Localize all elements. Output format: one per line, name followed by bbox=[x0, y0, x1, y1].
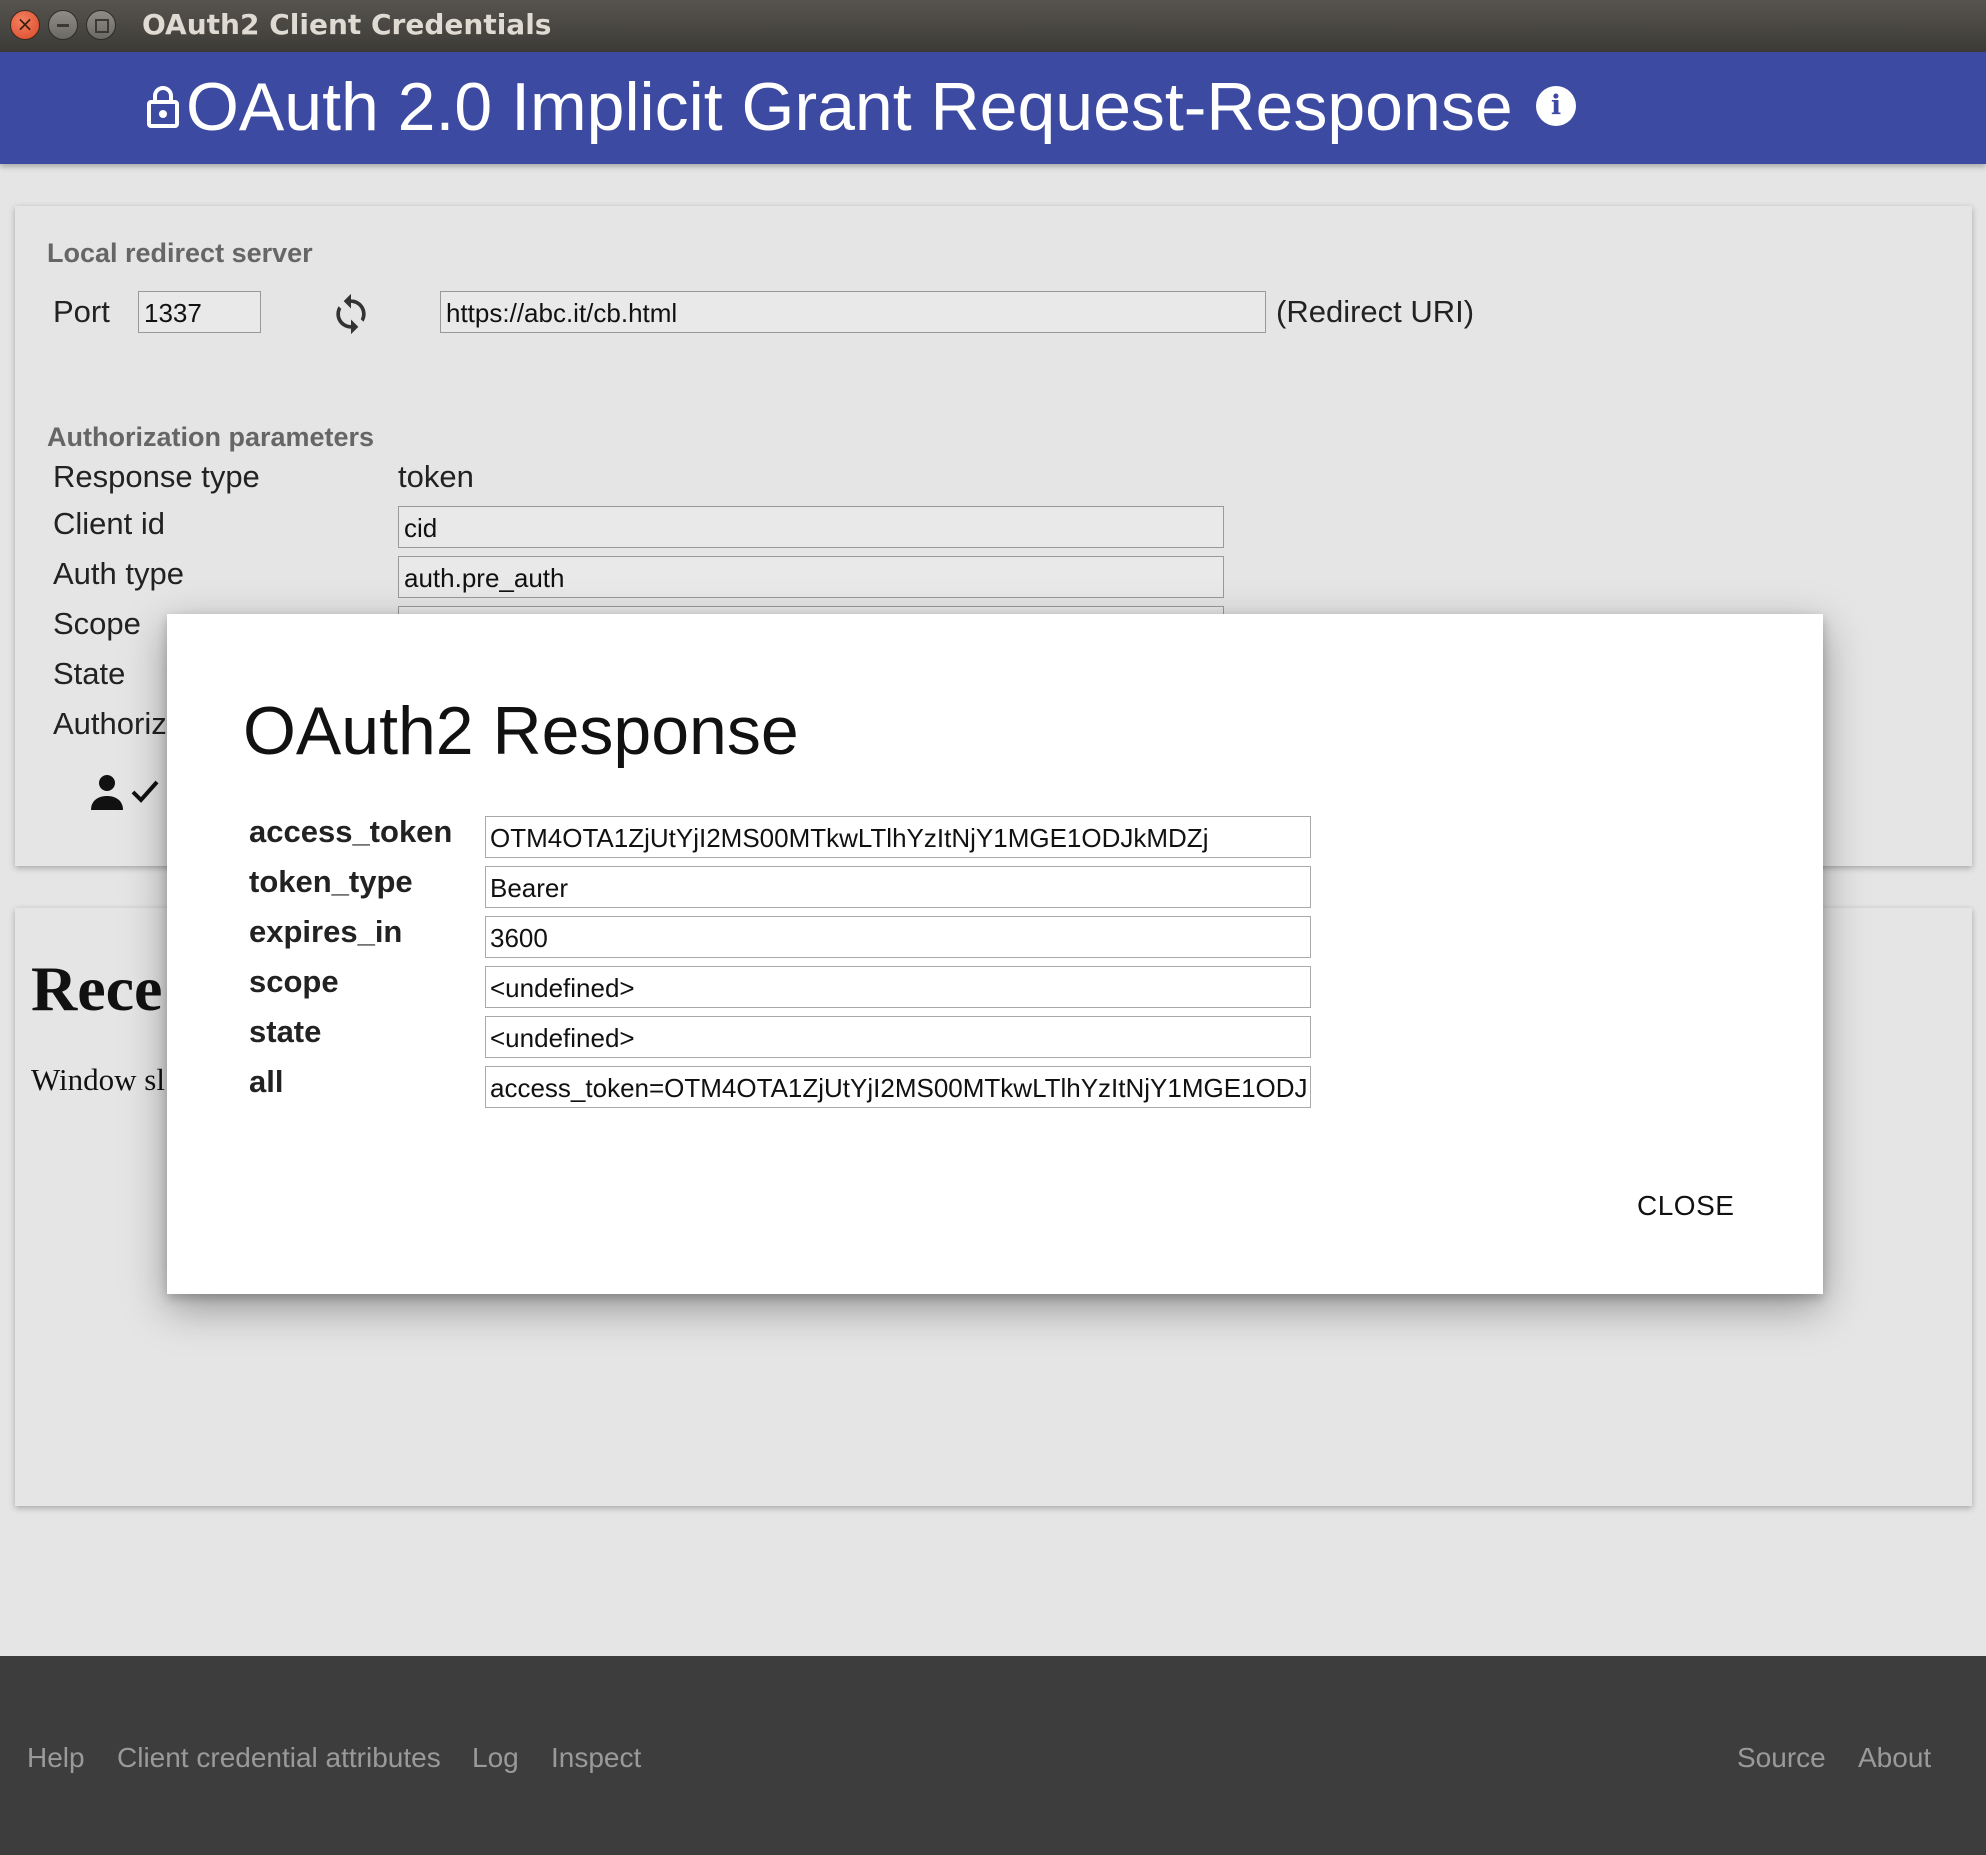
port-input[interactable]: 1337 bbox=[138, 291, 261, 333]
authorize-user-icon[interactable] bbox=[87, 772, 167, 817]
recent-subtitle: Window sl bbox=[31, 1062, 165, 1097]
response-value-expires-in[interactable]: 3600 bbox=[485, 916, 1311, 958]
response-key-expires-in: expires_in bbox=[249, 914, 403, 949]
response-type-value: token bbox=[398, 459, 474, 494]
response-key-all: all bbox=[249, 1064, 284, 1099]
window-minimize-button[interactable] bbox=[48, 10, 78, 40]
scope-label: Scope bbox=[53, 606, 141, 641]
lock-icon bbox=[146, 84, 180, 135]
window-title: OAuth2 Client Credentials bbox=[142, 8, 552, 41]
redirect-uri-label: (Redirect URI) bbox=[1276, 294, 1475, 329]
client-id-input[interactable]: cid bbox=[398, 506, 1224, 548]
window-close-button[interactable]: × bbox=[10, 10, 40, 40]
footer-link-client-credential-attributes[interactable]: Client credential attributes bbox=[117, 1742, 441, 1774]
info-icon[interactable]: i bbox=[1536, 86, 1576, 126]
footer-link-about[interactable]: About bbox=[1858, 1742, 1931, 1774]
recent-title: Rece bbox=[31, 953, 163, 1024]
footer-link-inspect[interactable]: Inspect bbox=[551, 1742, 641, 1774]
section-title-redirect-server: Local redirect server bbox=[47, 238, 313, 268]
dialog-title: OAuth2 Response bbox=[243, 693, 799, 769]
response-key-state: state bbox=[249, 1014, 322, 1049]
response-key-token-type: token_type bbox=[249, 864, 413, 899]
window-titlebar: × OAuth2 Client Credentials bbox=[0, 0, 1986, 52]
redirect-uri-input[interactable]: https://abc.it/cb.html bbox=[440, 291, 1266, 333]
close-button[interactable]: CLOSE bbox=[1637, 1190, 1734, 1222]
footer-link-help[interactable]: Help bbox=[27, 1742, 85, 1774]
state-label: State bbox=[53, 656, 126, 691]
auth-type-label: Auth type bbox=[53, 556, 184, 591]
response-type-label: Response type bbox=[53, 459, 260, 494]
response-value-scope[interactable]: <undefined> bbox=[485, 966, 1311, 1008]
refresh-icon[interactable] bbox=[329, 292, 373, 341]
footer-link-log[interactable]: Log bbox=[472, 1742, 519, 1774]
response-value-state[interactable]: <undefined> bbox=[485, 1016, 1311, 1058]
response-key-scope: scope bbox=[249, 964, 339, 999]
footer-link-source[interactable]: Source bbox=[1737, 1742, 1826, 1774]
response-value-access-token[interactable]: OTM4OTA1ZjUtYjI2MS00MTkwLTlhYzItNjY1MGE1… bbox=[485, 816, 1311, 858]
footer: Help Client credential attributes Log In… bbox=[0, 1656, 1986, 1855]
client-id-label: Client id bbox=[53, 506, 165, 541]
response-value-all[interactable]: access_token=OTM4OTA1ZjUtYjI2MS00MTkwLTl… bbox=[485, 1066, 1311, 1108]
page-title: OAuth 2.0 Implicit Grant Request-Respons… bbox=[186, 69, 1513, 145]
response-key-access-token: access_token bbox=[249, 814, 453, 849]
auth-type-input[interactable]: auth.pre_auth bbox=[398, 556, 1224, 598]
window-maximize-button[interactable] bbox=[86, 10, 116, 40]
response-value-token-type[interactable]: Bearer bbox=[485, 866, 1311, 908]
section-title-authorization-parameters: Authorization parameters bbox=[47, 422, 375, 452]
port-label: Port bbox=[53, 294, 110, 329]
oauth2-response-dialog: OAuth2 Response access_token OTM4OTA1ZjU… bbox=[167, 614, 1823, 1294]
authorize-label: Authoriz bbox=[53, 706, 167, 741]
app-header: OAuth 2.0 Implicit Grant Request-Respons… bbox=[0, 52, 1986, 164]
